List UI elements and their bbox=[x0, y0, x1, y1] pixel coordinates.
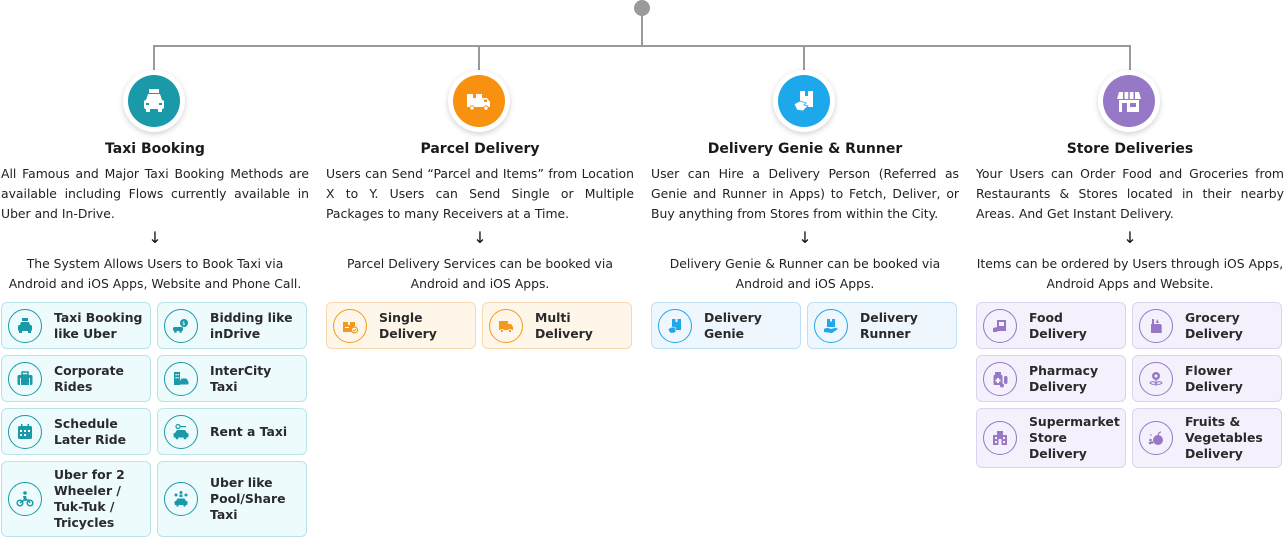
feature-card-pool[interactable]: Uber like Pool/Share Taxi bbox=[157, 461, 307, 537]
connector-taxi bbox=[153, 45, 155, 71]
feature-card-schedule[interactable]: Schedule Later Ride bbox=[1, 408, 151, 455]
hand-package-icon bbox=[658, 308, 692, 343]
package-check-icon bbox=[333, 308, 367, 343]
hub-genie bbox=[773, 70, 835, 132]
column-description: User can Hire a Delivery Person (Referre… bbox=[651, 166, 959, 221]
medicine-icon bbox=[983, 361, 1017, 396]
connector-store bbox=[1129, 45, 1131, 71]
feature-label: Multi Delivery bbox=[535, 309, 593, 341]
feature-grid: Food Delivery Grocery Delivery Pharmacy … bbox=[976, 302, 1284, 468]
column-title: Delivery Genie & Runner bbox=[707, 141, 903, 157]
column-title: Store Deliveries bbox=[1066, 141, 1194, 157]
hub-parcel bbox=[448, 70, 510, 132]
root-connector bbox=[641, 14, 643, 46]
feature-label: Delivery Runner bbox=[860, 309, 918, 341]
column-summary: Items can be ordered by Users through iO… bbox=[976, 256, 1284, 291]
feature-label: Uber for 2 Wheeler / Tuk-Tuk / Tricycles bbox=[54, 467, 125, 530]
fruits-icon bbox=[1139, 421, 1173, 455]
bidding-car-icon: $ bbox=[164, 308, 198, 343]
feature-card-taxi-booking[interactable]: Taxi Booking like Uber bbox=[1, 302, 151, 349]
feature-label: Taxi Booking like Uber bbox=[54, 309, 143, 341]
feature-card-intercity[interactable]: InterCity Taxi bbox=[157, 355, 307, 402]
column-description: Your Users can Order Food and Groceries … bbox=[976, 166, 1284, 221]
motorbike-icon bbox=[8, 482, 42, 516]
arrow-down-icon: ↓ bbox=[1123, 228, 1137, 247]
feature-grid: Single Delivery Multi Delivery bbox=[326, 302, 634, 349]
feature-label: Single Delivery bbox=[379, 309, 437, 341]
column-summary: The System Allows Users to Book Taxi via… bbox=[8, 256, 302, 291]
feature-card-supermarket[interactable]: Supermarket Store Delivery bbox=[976, 408, 1126, 468]
taxi-icon bbox=[8, 308, 42, 343]
connector-genie bbox=[803, 45, 805, 71]
feature-card-delivery-genie[interactable]: Delivery Genie bbox=[651, 302, 801, 349]
supermarket-icon bbox=[983, 421, 1017, 455]
arrow-down-icon: ↓ bbox=[798, 228, 812, 247]
package-hand-icon bbox=[814, 308, 848, 343]
flower-icon bbox=[1139, 361, 1173, 396]
svg-text:$: $ bbox=[182, 321, 185, 327]
column-title: Parcel Delivery bbox=[420, 141, 540, 157]
connector-parcel bbox=[478, 45, 480, 71]
grocery-bag-icon bbox=[1139, 308, 1173, 343]
feature-label: Delivery Genie bbox=[704, 309, 762, 341]
feature-label: Fruits & Vegetables Delivery bbox=[1185, 414, 1263, 461]
feature-card-delivery-runner[interactable]: Delivery Runner bbox=[807, 302, 957, 349]
feature-card-two-wheeler[interactable]: Uber for 2 Wheeler / Tuk-Tuk / Tricycles bbox=[1, 461, 151, 537]
city-car-icon bbox=[164, 361, 198, 396]
hub-store bbox=[1098, 70, 1160, 132]
feature-label: Supermarket Store Delivery bbox=[1029, 414, 1120, 461]
feature-label: Grocery Delivery bbox=[1185, 309, 1243, 341]
feature-card-grocery[interactable]: Grocery Delivery bbox=[1132, 302, 1282, 349]
food-bag-icon bbox=[983, 308, 1017, 343]
feature-card-flower[interactable]: Flower Delivery bbox=[1132, 355, 1282, 402]
feature-card-rent[interactable]: Rent a Taxi bbox=[157, 408, 307, 455]
delivery-truck-icon bbox=[453, 75, 505, 127]
feature-label: Rent a Taxi bbox=[210, 423, 288, 439]
arrow-down-icon: ↓ bbox=[473, 228, 487, 247]
feature-card-bidding[interactable]: $ Bidding like inDrive bbox=[157, 302, 307, 349]
truck-icon bbox=[489, 308, 523, 343]
column-description: All Famous and Major Taxi Booking Method… bbox=[1, 166, 309, 221]
calendar-icon bbox=[8, 414, 42, 449]
feature-grid: Delivery Genie Delivery Runner bbox=[651, 302, 959, 349]
feature-label: Schedule Later Ride bbox=[54, 415, 127, 447]
feature-label: Corporate Rides bbox=[54, 362, 124, 394]
feature-card-corporate[interactable]: Corporate Rides bbox=[1, 355, 151, 402]
column-summary: Delivery Genie & Runner can be booked vi… bbox=[669, 256, 941, 291]
branch-connector bbox=[153, 45, 1131, 47]
arrow-down-icon: ↓ bbox=[148, 228, 162, 247]
feature-grid: Taxi Booking like Uber $ Bidding like in… bbox=[1, 302, 309, 537]
feature-label: InterCity Taxi bbox=[210, 362, 272, 394]
feature-card-pharmacy[interactable]: Pharmacy Delivery bbox=[976, 355, 1126, 402]
feature-card-multi-delivery[interactable]: Multi Delivery bbox=[482, 302, 632, 349]
carpool-icon bbox=[164, 482, 198, 516]
storefront-icon bbox=[1103, 75, 1155, 127]
feature-card-single-delivery[interactable]: Single Delivery bbox=[326, 302, 476, 349]
column-summary: Parcel Delivery Services can be booked v… bbox=[347, 256, 613, 291]
feature-label: Food Delivery bbox=[1029, 309, 1087, 341]
hub-taxi bbox=[123, 70, 185, 132]
column-title: Taxi Booking bbox=[105, 141, 205, 157]
feature-label: Pharmacy Delivery bbox=[1029, 362, 1099, 394]
feature-label: Bidding like inDrive bbox=[210, 309, 293, 341]
car-key-icon bbox=[164, 414, 198, 449]
feature-card-fruits-vegetables[interactable]: Fruits & Vegetables Delivery bbox=[1132, 408, 1282, 468]
feature-label: Flower Delivery bbox=[1185, 362, 1243, 394]
taxi-car-icon bbox=[128, 75, 180, 127]
feature-label: Uber like Pool/Share Taxi bbox=[210, 475, 286, 522]
column-description: Users can Send “Parcel and Items” from L… bbox=[326, 166, 634, 221]
briefcase-icon bbox=[8, 361, 42, 396]
feature-card-food[interactable]: Food Delivery bbox=[976, 302, 1126, 349]
hand-package-icon bbox=[778, 75, 830, 127]
